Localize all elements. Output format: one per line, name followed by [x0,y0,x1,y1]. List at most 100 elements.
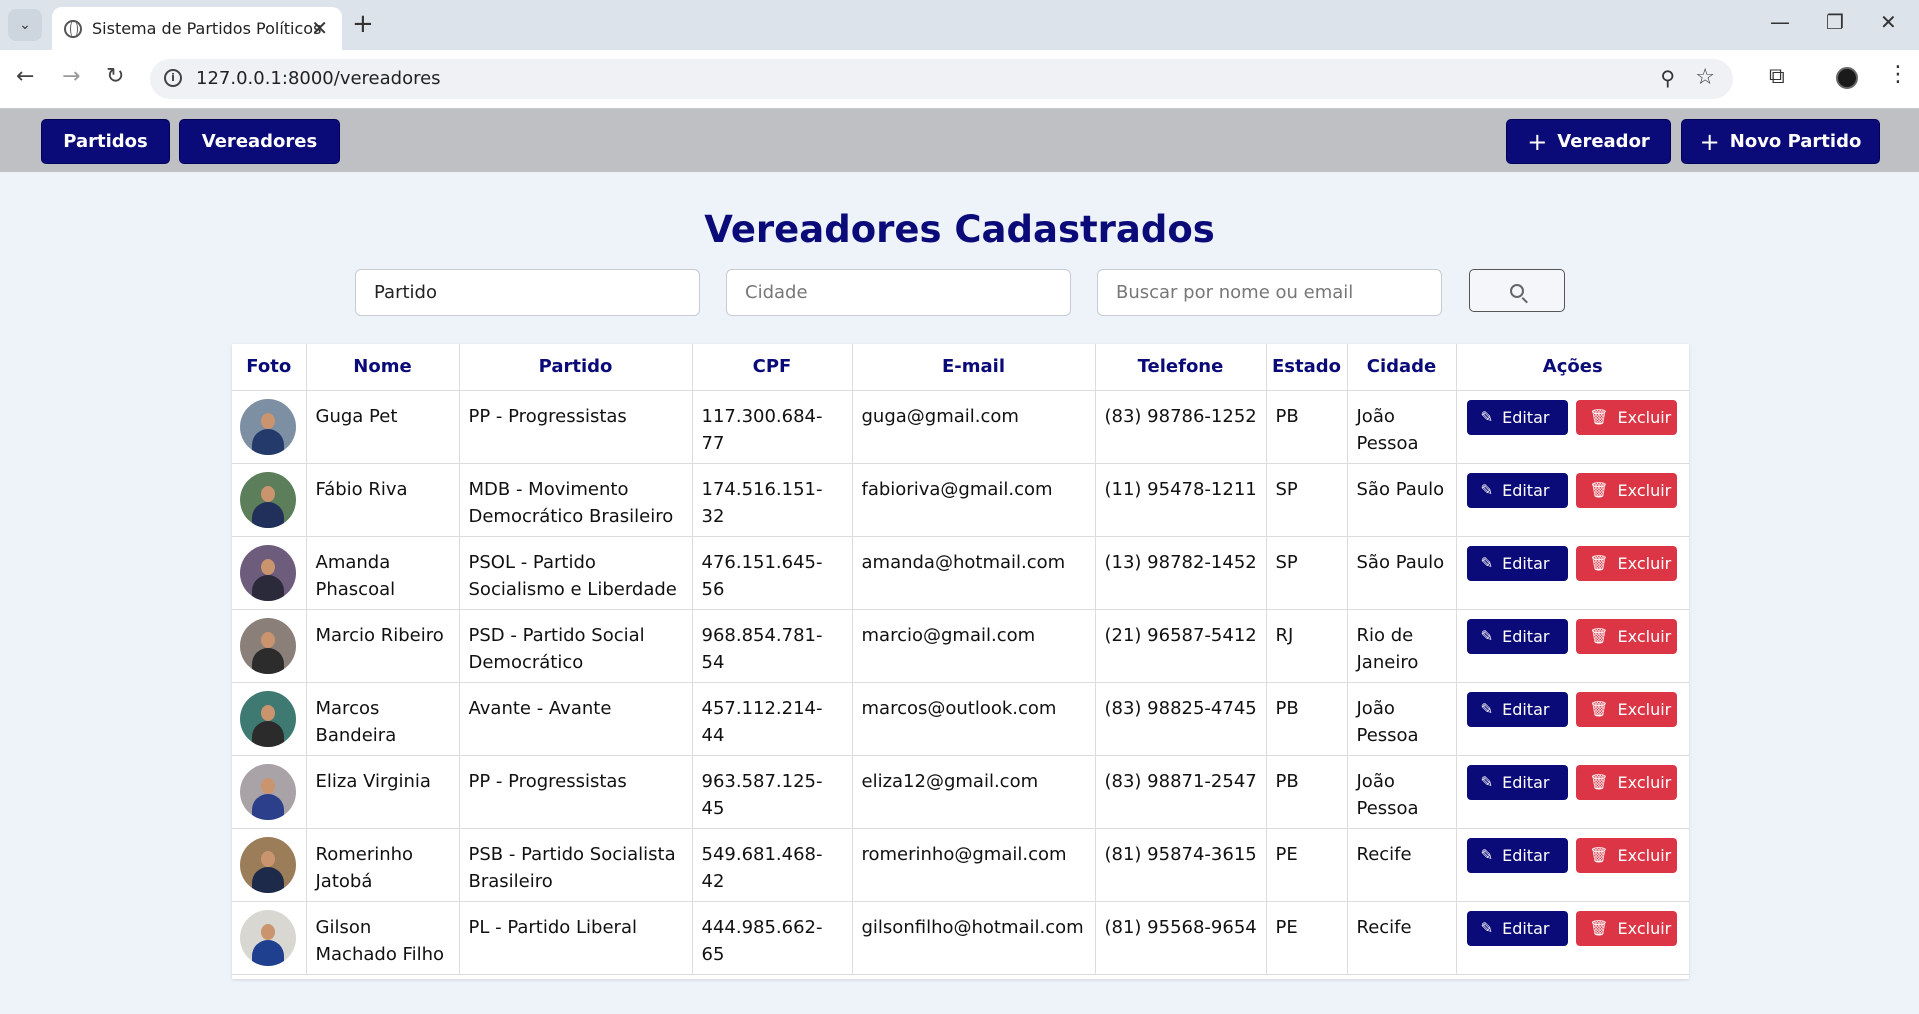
edit-icon: ✎ [1480,699,1494,718]
trash-icon: 🗑 [1589,553,1609,572]
edit-button[interactable]: ✎ Editar [1466,837,1568,873]
zoom-icon[interactable]: ⚲ [1660,66,1675,90]
edit-button[interactable]: ✎ Editar [1466,618,1568,654]
edit-button[interactable]: ✎ Editar [1466,545,1568,581]
delete-button[interactable]: 🗑 Excluir [1575,691,1677,727]
delete-button[interactable]: 🗑 Excluir [1575,837,1677,873]
bookmark-star-icon[interactable]: ☆ [1695,65,1715,90]
edit-icon: ✎ [1480,845,1494,864]
browser-tab[interactable]: Sistema de Partidos Políticos ✕ [52,7,342,50]
email-cell: fabioriva@gmail.com [852,463,1096,537]
edit-button[interactable]: ✎ Editar [1466,764,1568,800]
trash-icon: 🗑 [1589,699,1609,718]
edit-button[interactable]: ✎ Editar [1466,691,1568,727]
trash-icon: 🗑 [1589,845,1609,864]
delete-button[interactable]: 🗑 Excluir [1575,472,1677,508]
edit-label: Editar [1502,845,1550,865]
cpf-cell: 963.587.125-45 [692,755,853,829]
nav-vereadores-label: Vereadores [201,131,318,152]
table-row: Romerinho Jatobá PSB - Partido Socialist… [232,828,1689,902]
telefone-cell: (83) 98825-4745 [1095,682,1267,756]
back-arrow-icon[interactable]: ← [16,64,34,89]
novo-partido-button[interactable]: + Novo Partido [1681,119,1880,164]
estado-cell: PB [1266,390,1348,464]
reload-icon[interactable]: ↻ [106,64,124,89]
cidade-cell: João Pessoa [1347,390,1457,464]
partido-cell: MDB - Movimento Democrático Brasileiro [459,463,693,537]
acoes-cell: ✎ Editar 🗑 Excluir [1456,609,1689,683]
search-button[interactable] [1469,269,1565,312]
edit-icon: ✎ [1480,480,1494,499]
edit-label: Editar [1502,699,1550,719]
tab-search-chevron-icon[interactable]: ⌄ [8,9,42,41]
table-row: Eliza Virginia PP - Progressistas 963.58… [232,755,1689,829]
edit-button[interactable]: ✎ Editar [1466,910,1568,946]
browser-tabstrip: ⌄ Sistema de Partidos Políticos ✕ + — ❐ … [0,0,1919,50]
nav-vereadores-button[interactable]: Vereadores [179,119,340,164]
cidade-filter-input[interactable] [726,269,1071,316]
delete-label: Excluir [1617,407,1672,427]
nav-partidos-button[interactable]: Partidos [41,119,170,164]
partido-filter-select[interactable] [355,269,700,316]
cpf-cell: 968.854.781-54 [692,609,853,683]
delete-button[interactable]: 🗑 Excluir [1575,545,1677,581]
delete-button[interactable]: 🗑 Excluir [1575,764,1677,800]
edit-icon: ✎ [1480,626,1494,645]
edit-button[interactable]: ✎ Editar [1466,399,1568,435]
vereador-photo [240,617,296,674]
edit-label: Editar [1502,407,1550,427]
tab-close-icon[interactable]: ✕ [311,16,328,40]
restore-icon[interactable]: ❐ [1826,10,1844,34]
minimize-icon[interactable]: — [1770,10,1790,34]
table-header-row: Foto Nome Partido CPF E-mail Telefone Es… [232,344,1689,391]
partido-cell: PSB - Partido Socialista Brasileiro [459,828,693,902]
email-cell: guga@gmail.com [852,390,1096,464]
table-row: Amanda Phascoal PSOL - Partido Socialism… [232,536,1689,610]
telefone-cell: (81) 95568-9654 [1095,901,1267,975]
new-tab-plus-icon[interactable]: + [352,9,374,39]
url-text[interactable]: 127.0.0.1:8000/vereadores [196,68,441,89]
site-info-icon[interactable]: i [164,69,182,87]
cpf-cell: 457.112.214-44 [692,682,853,756]
telefone-cell: (81) 95874-3615 [1095,828,1267,902]
telefone-cell: (83) 98871-2547 [1095,755,1267,829]
nome-cell: Fábio Riva [306,463,460,537]
header-email: E-mail [852,344,1096,391]
window-close-icon[interactable]: ✕ [1880,10,1897,34]
add-vereador-button[interactable]: + Vereador [1506,119,1671,164]
cidade-cell: João Pessoa [1347,682,1457,756]
nome-cell: Gilson Machado Filho [306,901,460,975]
forward-arrow-icon[interactable]: → [62,64,80,89]
nome-cell: Eliza Virginia [306,755,460,829]
delete-button[interactable]: 🗑 Excluir [1575,618,1677,654]
trash-icon: 🗑 [1589,918,1609,937]
edit-button[interactable]: ✎ Editar [1466,472,1568,508]
search-input[interactable] [1097,269,1442,316]
table-row: Marcos Bandeira Avante - Avante 457.112.… [232,682,1689,756]
header-estado: Estado [1266,344,1348,391]
trash-icon: 🗑 [1589,407,1609,426]
email-cell: marcio@gmail.com [852,609,1096,683]
edit-icon: ✎ [1480,553,1494,572]
estado-cell: RJ [1266,609,1348,683]
url-omnibox[interactable]: i 127.0.0.1:8000/vereadores ⚲ ☆ [150,59,1733,99]
extensions-puzzle-icon[interactable]: ⧉ [1769,64,1785,89]
table-row: Fábio Riva MDB - Movimento Democrático B… [232,463,1689,537]
email-cell: amanda@hotmail.com [852,536,1096,610]
vereador-photo [240,471,296,528]
partido-cell: PSD - Partido Social Democrático [459,609,693,683]
browser-menu-icon[interactable]: ⋮ [1887,62,1909,87]
estado-cell: PB [1266,682,1348,756]
tab-title: Sistema de Partidos Políticos [92,19,322,38]
delete-label: Excluir [1617,772,1672,792]
partido-cell: PP - Progressistas [459,390,693,464]
cidade-cell: Recife [1347,828,1457,902]
novo-partido-label: Novo Partido [1729,131,1862,152]
nav-partidos-label: Partidos [63,131,148,152]
profile-avatar-icon[interactable] [1836,67,1858,89]
delete-button[interactable]: 🗑 Excluir [1575,399,1677,435]
delete-button[interactable]: 🗑 Excluir [1575,910,1677,946]
vereadores-table-container: Foto Nome Partido CPF E-mail Telefone Es… [232,344,1689,979]
app-navbar: Partidos Vereadores + Vereador + Novo Pa… [0,109,1919,172]
foto-cell [232,536,307,610]
